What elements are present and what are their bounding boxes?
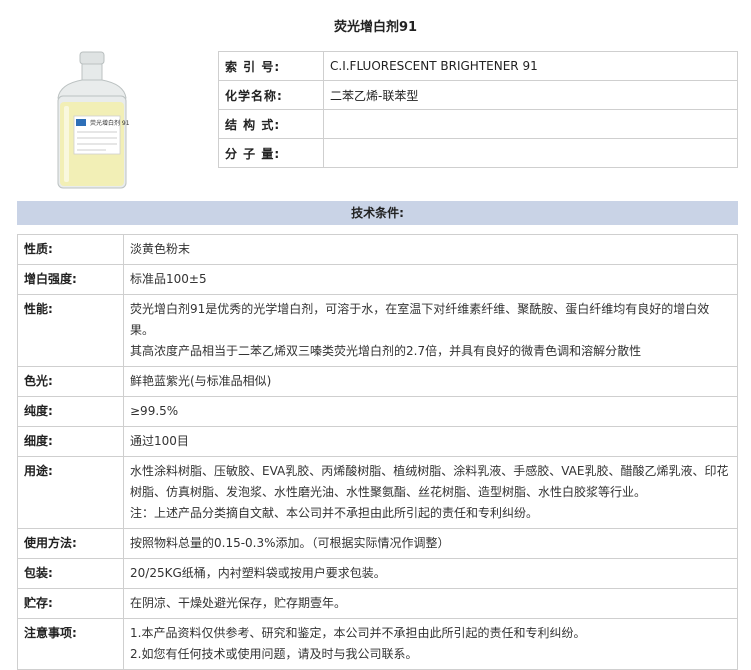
spec-label: 贮存: xyxy=(17,588,124,619)
basic-info-value: C.I.FLUORESCENT BRIGHTENER 91 xyxy=(323,51,738,81)
spec-row: 性质: 淡黄色粉末 xyxy=(17,234,738,265)
spec-row: 细度: 通过100目 xyxy=(17,426,738,457)
spec-label: 使用方法: xyxy=(17,528,124,559)
spec-row: 性能: 荧光增白剂91是优秀的光学增白剂，可溶于水，在室温下对纤维素纤维、聚酰胺、… xyxy=(17,294,738,367)
spec-value-line: 20/25KG纸桶，内衬塑料袋或按用户要求包装。 xyxy=(130,566,386,580)
spec-label: 纯度: xyxy=(17,396,124,427)
spec-label: 色光: xyxy=(17,366,124,397)
spec-value-line: 荧光增白剂91是优秀的光学增白剂，可溶于水，在室温下对纤维素纤维、聚酰胺、蛋白纤… xyxy=(130,302,710,337)
spec-value-line: 在阴凉、干燥处避光保存，贮存期壹年。 xyxy=(130,596,347,610)
spec-value: ≥99.5% xyxy=(123,396,738,427)
spec-row: 纯度: ≥99.5% xyxy=(17,396,738,427)
basic-info-row: 化学名称: 二苯乙烯-联苯型 xyxy=(218,80,738,110)
basic-info-label: 分 子 量: xyxy=(218,138,324,168)
spec-value-line: 水性涂料树脂、压敏胶、EVA乳胶、丙烯酸树脂、植绒树脂、涂料乳液、手感胶、VAE… xyxy=(130,464,729,499)
spec-row: 增白强度: 标准品100±5 xyxy=(17,264,738,295)
spec-value-line: 通过100目 xyxy=(130,434,189,448)
basic-info-label: 结 构 式: xyxy=(218,109,324,139)
spec-value: 标准品100±5 xyxy=(123,264,738,295)
spec-value-line: 按照物料总量的0.15-0.3%添加。（可根据实际情况作调整） xyxy=(130,536,450,550)
spec-value: 在阴凉、干燥处避光保存，贮存期壹年。 xyxy=(123,588,738,619)
spec-value: 20/25KG纸桶，内衬塑料袋或按用户要求包装。 xyxy=(123,558,738,589)
spec-value: 按照物料总量的0.15-0.3%添加。（可根据实际情况作调整） xyxy=(123,528,738,559)
spec-value-line: 其高浓度产品相当于二苯乙烯双三嗪类荧光增白剂的2.7倍，并具有良好的微青色调和溶… xyxy=(130,344,642,358)
spec-value-line: 淡黄色粉末 xyxy=(130,242,191,256)
basic-info-row: 分 子 量: xyxy=(218,138,738,168)
spec-row: 用途: 水性涂料树脂、压敏胶、EVA乳胶、丙烯酸树脂、植绒树脂、涂料乳液、手感胶、… xyxy=(17,456,738,529)
page-title: 荧光增白剂91 xyxy=(333,20,418,35)
spec-label: 细度: xyxy=(17,426,124,457)
specs-table: 性质: 淡黄色粉末 增白强度: 标准品100±5 性能: 荧光增白剂91是优秀的光学增白剂… xyxy=(17,234,738,670)
basic-info-row: 索 引 号: C.I.FLUORESCENT BRIGHTENER 91 xyxy=(218,51,738,81)
spec-label: 用途: xyxy=(17,456,124,529)
basic-info-label: 索 引 号: xyxy=(218,51,324,81)
basic-info-value: 二苯乙烯-联苯型 xyxy=(323,80,738,110)
bottle-label-text: 荧光增白剂 91 xyxy=(90,119,130,127)
basic-info-table: 索 引 号: C.I.FLUORESCENT BRIGHTENER 91 化学名称:… xyxy=(218,51,738,168)
spec-value-line: 鲜艳蓝紫光(与标准品相似) xyxy=(130,374,272,388)
basic-info-label: 化学名称: xyxy=(218,80,324,110)
basic-info-value xyxy=(323,138,738,168)
spec-label: 注意事项: xyxy=(17,618,124,670)
basic-info-value xyxy=(323,109,738,139)
product-photo: 荧光增白剂 91 xyxy=(46,50,138,194)
basic-info-row: 结 构 式: xyxy=(218,109,738,139)
spec-label: 增白强度: xyxy=(17,264,124,295)
spec-row: 包装: 20/25KG纸桶，内衬塑料袋或按用户要求包装。 xyxy=(17,558,738,589)
spec-value: 通过100目 xyxy=(123,426,738,457)
spec-value-line: 注：上述产品分类摘自文献、本公司并不承担由此所引起的责任和专利纠纷。 xyxy=(130,506,539,520)
spec-value: 淡黄色粉末 xyxy=(123,234,738,265)
spec-value: 水性涂料树脂、压敏胶、EVA乳胶、丙烯酸树脂、植绒树脂、涂料乳液、手感胶、VAE… xyxy=(123,456,738,529)
spec-value: 1.本产品资料仅供参考、研究和鉴定，本公司并不承担由此所引起的责任和专利纠纷。 2… xyxy=(123,618,738,670)
spec-value-line: 1.本产品资料仅供参考、研究和鉴定，本公司并不承担由此所引起的责任和专利纠纷。 xyxy=(130,626,586,640)
spec-value: 荧光增白剂91是优秀的光学增白剂，可溶于水，在室温下对纤维素纤维、聚酰胺、蛋白纤… xyxy=(123,294,738,367)
spec-label: 性质: xyxy=(17,234,124,265)
spec-row: 贮存: 在阴凉、干燥处避光保存，贮存期壹年。 xyxy=(17,588,738,619)
chemical-bottle-icon: 荧光增白剂 91 xyxy=(57,51,130,189)
spec-row: 色光: 鲜艳蓝紫光(与标准品相似) xyxy=(17,366,738,397)
spec-value-line: 标准品100±5 xyxy=(130,272,207,286)
spec-row: 使用方法: 按照物料总量的0.15-0.3%添加。（可根据实际情况作调整） xyxy=(17,528,738,559)
section-header: 技术条件: xyxy=(17,201,738,225)
spec-label: 包装: xyxy=(17,558,124,589)
spec-value-line: ≥99.5% xyxy=(130,404,179,418)
spec-value: 鲜艳蓝紫光(与标准品相似) xyxy=(123,366,738,397)
spec-label: 性能: xyxy=(17,294,124,367)
spec-row: 注意事项: 1.本产品资料仅供参考、研究和鉴定，本公司并不承担由此所引起的责任和专… xyxy=(17,618,738,670)
spec-value-line: 2.如您有任何技术或使用问题，请及时与我公司联系。 xyxy=(130,647,418,661)
